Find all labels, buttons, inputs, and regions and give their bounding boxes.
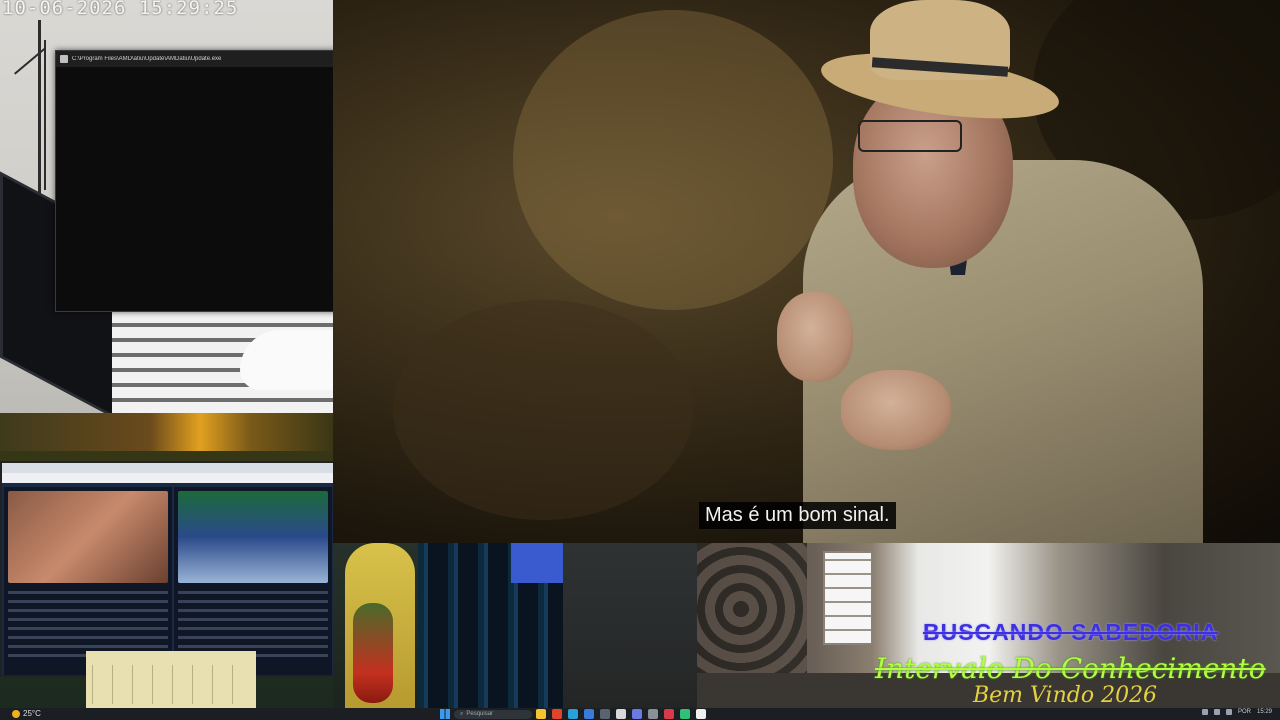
monitor-screen <box>0 461 333 677</box>
volume-icon[interactable] <box>1225 709 1232 715</box>
store-icon[interactable] <box>584 709 594 719</box>
room-camera-feed: BUSCANDO SABEDORIA Intervalo Do Conhecim… <box>697 543 1280 708</box>
main-video[interactable]: Mas é um bom sinal. <box>333 0 1280 543</box>
search-placeholder: Pesquisar <box>466 710 494 717</box>
network-icon[interactable] <box>1213 709 1220 715</box>
taskbar-search[interactable]: ⌕ Pesquisar <box>454 709 532 719</box>
white-app-icon[interactable] <box>696 709 706 719</box>
chrome-icon[interactable] <box>552 709 562 719</box>
video-pane-left <box>4 487 172 675</box>
media-icon[interactable] <box>664 709 674 719</box>
camera-timestamp: 10-06-2026 15:29:25 <box>2 0 239 19</box>
overlay-subtitle: Intervalo Do Conhecimento <box>875 652 1266 685</box>
language-indicator[interactable]: POR <box>1238 709 1251 715</box>
dark-camera-feed <box>563 543 697 708</box>
overlay-welcome: Bem Vindo 2026 <box>973 683 1158 708</box>
desk-calendar <box>86 651 256 708</box>
terminal-icon <box>60 55 68 63</box>
search-icon: ⌕ <box>460 710 464 717</box>
taskbar: 25°C ⌕ Pesquisar POR 15:29 <box>0 708 1280 720</box>
presenter-hand-right <box>841 370 951 450</box>
settings-icon[interactable] <box>648 709 658 719</box>
blue-screen <box>511 543 563 583</box>
sun-icon <box>12 709 20 718</box>
browser-tabs <box>2 473 333 483</box>
chevron-up-icon[interactable] <box>1201 709 1208 715</box>
figure-camera-feed <box>333 543 563 708</box>
monitor-camera-feed <box>0 413 333 708</box>
toy-shelf <box>0 413 333 451</box>
taskbar-apps: ⌕ Pesquisar <box>440 709 706 719</box>
presenter-hat <box>817 0 1063 131</box>
presenter-hand-left <box>777 292 853 382</box>
browser-bar <box>2 463 333 473</box>
overlay-title: BUSCANDO SABEDORIA <box>923 619 1219 645</box>
terminal-icon[interactable] <box>600 709 610 719</box>
weather-widget[interactable]: 25°C <box>12 709 41 718</box>
green-app-icon[interactable] <box>680 709 690 719</box>
video-subtitle: Mas é um bom sinal. <box>699 502 896 529</box>
discord-icon[interactable] <box>632 709 642 719</box>
edge-icon[interactable] <box>568 709 578 719</box>
room-window <box>823 551 873 645</box>
system-tray: POR 15:29 <box>1201 709 1272 715</box>
clock[interactable]: 15:29 <box>1257 709 1272 715</box>
obs-icon[interactable] <box>616 709 626 719</box>
weather-temp: 25°C <box>23 709 41 718</box>
pinned-apps <box>536 709 706 719</box>
presenter-glasses <box>858 120 962 152</box>
windows-start-icon[interactable] <box>440 709 450 719</box>
file-explorer-icon[interactable] <box>536 709 546 719</box>
toy-figure <box>353 603 393 703</box>
video-pane-right <box>174 487 332 675</box>
parked-car <box>240 330 333 390</box>
